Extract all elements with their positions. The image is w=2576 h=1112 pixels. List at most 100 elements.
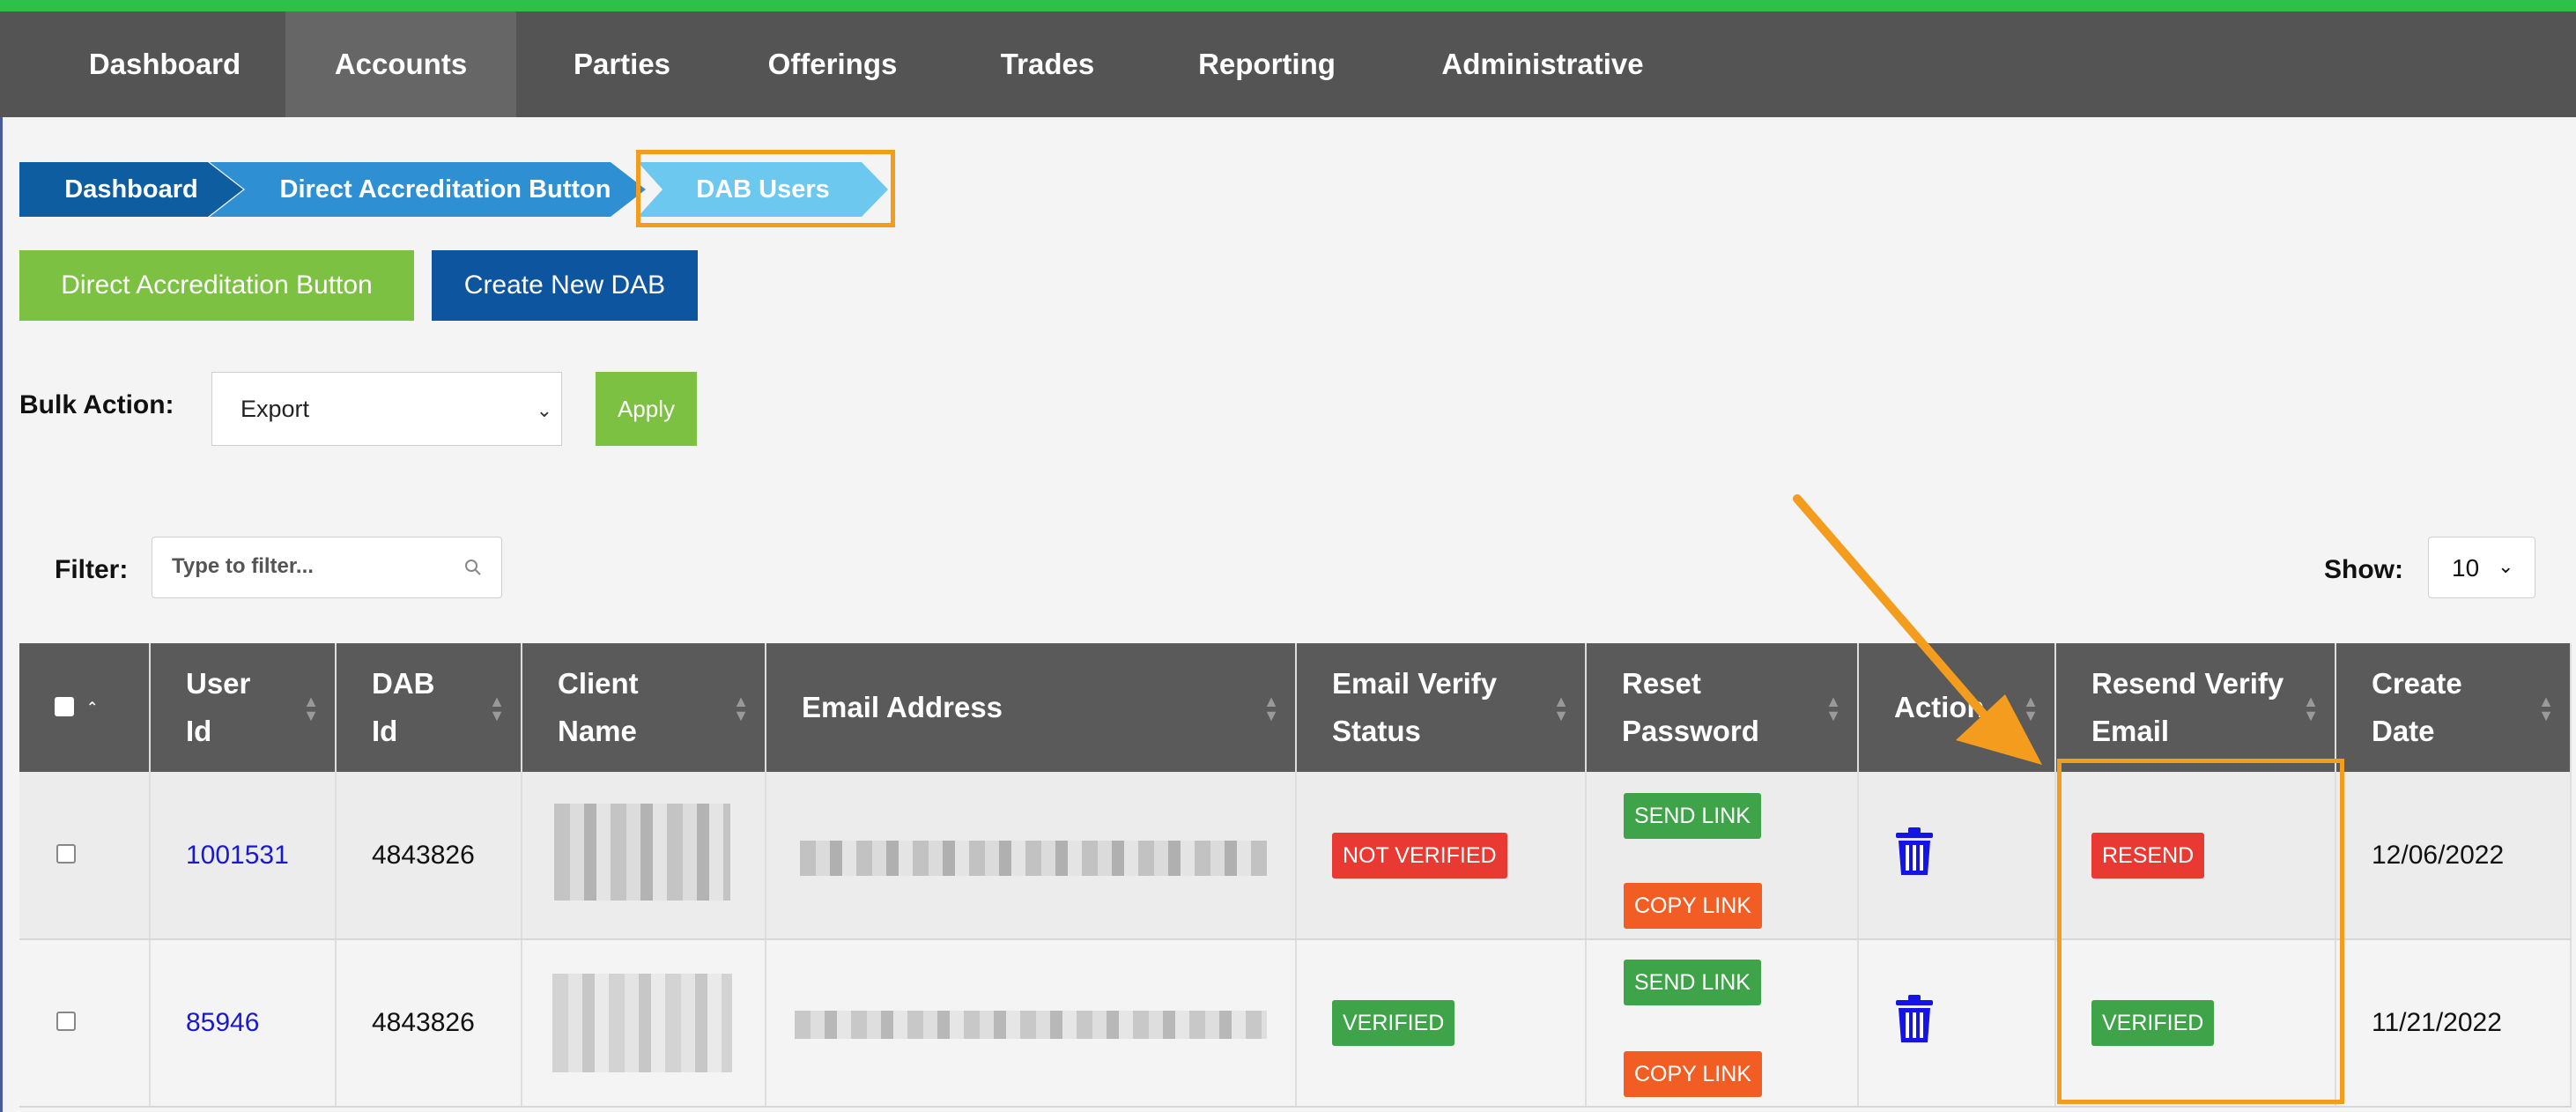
user-id-link[interactable]: 85946 <box>186 1008 259 1037</box>
dab-users-table: ⌃ User Id ▲ ▼ DAB Id ▲ ▼ Client Name ▲ ▼ Email… <box>19 643 2572 1108</box>
nav-offerings[interactable]: Offerings <box>728 11 937 117</box>
header-resend-verify-email[interactable]: Resend Verify Email ▲ ▼ <box>2055 643 2336 772</box>
row-checkbox[interactable] <box>56 1012 76 1031</box>
trash-icon[interactable] <box>1894 827 1935 877</box>
sort-icon: ▲ ▼ <box>1825 693 1841 724</box>
row-select-cell <box>19 939 151 1108</box>
sort-icon: ▲ ▼ <box>1263 693 1279 724</box>
breadcrumb-dashboard[interactable]: Dashboard <box>19 162 243 217</box>
trash-icon[interactable] <box>1894 995 1935 1044</box>
header-label: User Id <box>186 667 251 747</box>
nav-trades[interactable]: Trades <box>937 11 1158 117</box>
action-cell <box>1858 772 2056 940</box>
nav-administrative[interactable]: Administrative <box>1397 11 1688 117</box>
create-new-dab-button[interactable]: Create New DAB <box>432 250 698 321</box>
redacted-client-name <box>554 804 730 901</box>
header-label: Resend Verify Email <box>2091 667 2284 747</box>
copy-link-button[interactable]: COPY LINK <box>1624 1051 1762 1097</box>
send-link-button[interactable]: SEND LINK <box>1624 960 1761 1005</box>
nav-reporting[interactable]: Reporting <box>1158 11 1376 117</box>
direct-accreditation-button[interactable]: Direct Accreditation Button <box>19 250 414 321</box>
chevron-down-icon: ⌄ <box>536 399 552 421</box>
redacted-client-name <box>552 974 732 1072</box>
header-create-date[interactable]: Create Date ▲ ▼ <box>2335 643 2572 772</box>
header-action[interactable]: Action ▲ ▼ <box>1858 643 2056 772</box>
header-label: DAB Id <box>372 667 435 747</box>
row-select-cell <box>19 772 151 940</box>
create-date-cell: 12/06/2022 <box>2335 772 2572 940</box>
sort-icon: ▲ ▼ <box>489 693 505 724</box>
chevron-down-icon: ⌄ <box>2498 555 2514 577</box>
status-badge: NOT VERIFIED <box>1332 832 1507 878</box>
dab-id-cell: 4843826 <box>336 772 522 940</box>
bulk-action-value: Export <box>241 396 310 422</box>
top-accent-bar <box>0 0 2576 11</box>
breadcrumb-label: DAB Users <box>696 175 830 204</box>
sort-icon: ▲ ▼ <box>2023 693 2039 724</box>
user-id-cell: 1001531 <box>150 772 337 940</box>
resend-cell: VERIFIED <box>2055 939 2336 1108</box>
resend-cell: RESEND <box>2055 772 2336 940</box>
email-cell <box>766 939 1297 1108</box>
sort-icon: ▲ ▼ <box>733 693 749 724</box>
page-size-value: 10 <box>2452 554 2480 582</box>
header-dab-id[interactable]: DAB Id ▲ ▼ <box>336 643 522 772</box>
table-header-row: ⌃ User Id ▲ ▼ DAB Id ▲ ▼ Client Name ▲ ▼ Email… <box>19 643 2572 772</box>
header-reset-password[interactable]: Reset Password ▲ ▼ <box>1586 643 1859 772</box>
header-email-verify-status[interactable]: Email Verify Status ▲ ▼ <box>1296 643 1587 772</box>
sort-icon: ▲ ▼ <box>303 693 319 724</box>
nav-parties[interactable]: Parties <box>516 11 728 117</box>
copy-link-button[interactable]: COPY LINK <box>1624 883 1762 929</box>
redacted-email <box>800 841 1267 876</box>
email-status-cell: NOT VERIFIED <box>1296 772 1587 940</box>
apply-button[interactable]: Apply <box>596 372 697 446</box>
reset-password-cell: SEND LINK COPY LINK <box>1586 939 1859 1108</box>
user-id-link[interactable]: 1001531 <box>186 841 289 870</box>
send-link-button[interactable]: SEND LINK <box>1624 793 1761 839</box>
nav-dashboard[interactable]: Dashboard <box>42 11 287 117</box>
header-label: Action <box>1894 691 1985 723</box>
nav-accounts[interactable]: Accounts <box>285 11 516 117</box>
breadcrumb-label: Direct Accreditation Button <box>279 175 611 204</box>
action-cell <box>1858 939 2056 1108</box>
header-label: Email Verify Status <box>1332 667 1498 747</box>
breadcrumb-dab-users: DAB Users <box>638 162 888 217</box>
header-email-address[interactable]: Email Address ▲ ▼ <box>766 643 1297 772</box>
table-row: 85946 4843826 VERIFIED SEND LINK COPY LI… <box>19 939 2572 1108</box>
filter-label: Filter: <box>55 555 129 584</box>
search-icon <box>465 560 481 575</box>
show-label: Show: <box>2324 555 2403 584</box>
resend-button[interactable]: RESEND <box>2091 832 2205 878</box>
user-id-cell: 85946 <box>150 939 337 1108</box>
sort-icon: ▲ ▼ <box>1553 693 1569 724</box>
client-name-cell <box>522 939 766 1108</box>
email-cell <box>766 772 1297 940</box>
header-user-id[interactable]: User Id ▲ ▼ <box>150 643 337 772</box>
bulk-action-label: Bulk Action: <box>19 390 174 419</box>
filter-input[interactable] <box>172 546 454 587</box>
breadcrumb-label: Dashboard <box>64 175 198 204</box>
status-badge: VERIFIED <box>1332 1000 1455 1046</box>
row-checkbox[interactable] <box>56 843 76 864</box>
resend-status-badge: VERIFIED <box>2091 1000 2215 1046</box>
page-size-select[interactable]: 10 ⌄ <box>2428 537 2535 598</box>
select-all-header: ⌃ <box>19 643 151 772</box>
header-label: Email Address <box>802 691 1003 723</box>
reset-password-cell: SEND LINK COPY LINK <box>1586 772 1859 940</box>
create-date-cell: 11/21/2022 <box>2335 939 2572 1108</box>
window-edge <box>0 0 3 1112</box>
redacted-email <box>795 1011 1267 1039</box>
client-name-cell <box>522 772 766 940</box>
dab-id-cell: 4843826 <box>336 939 522 1108</box>
breadcrumb-direct-accreditation[interactable]: Direct Accreditation Button <box>210 162 646 217</box>
filter-field <box>152 537 502 598</box>
header-client-name[interactable]: Client Name ▲ ▼ <box>522 643 766 772</box>
email-status-cell: VERIFIED <box>1296 939 1587 1108</box>
select-all-checkbox[interactable] <box>55 696 74 716</box>
sort-icon: ▲ ▼ <box>2303 693 2319 724</box>
caret-up-icon[interactable]: ⌃ <box>86 685 98 732</box>
sort-icon: ▲ ▼ <box>2538 693 2554 724</box>
header-label: Create Date <box>2372 667 2462 747</box>
bulk-action-select[interactable]: Export ⌄ <box>211 372 562 446</box>
header-label: Client Name <box>558 667 639 747</box>
